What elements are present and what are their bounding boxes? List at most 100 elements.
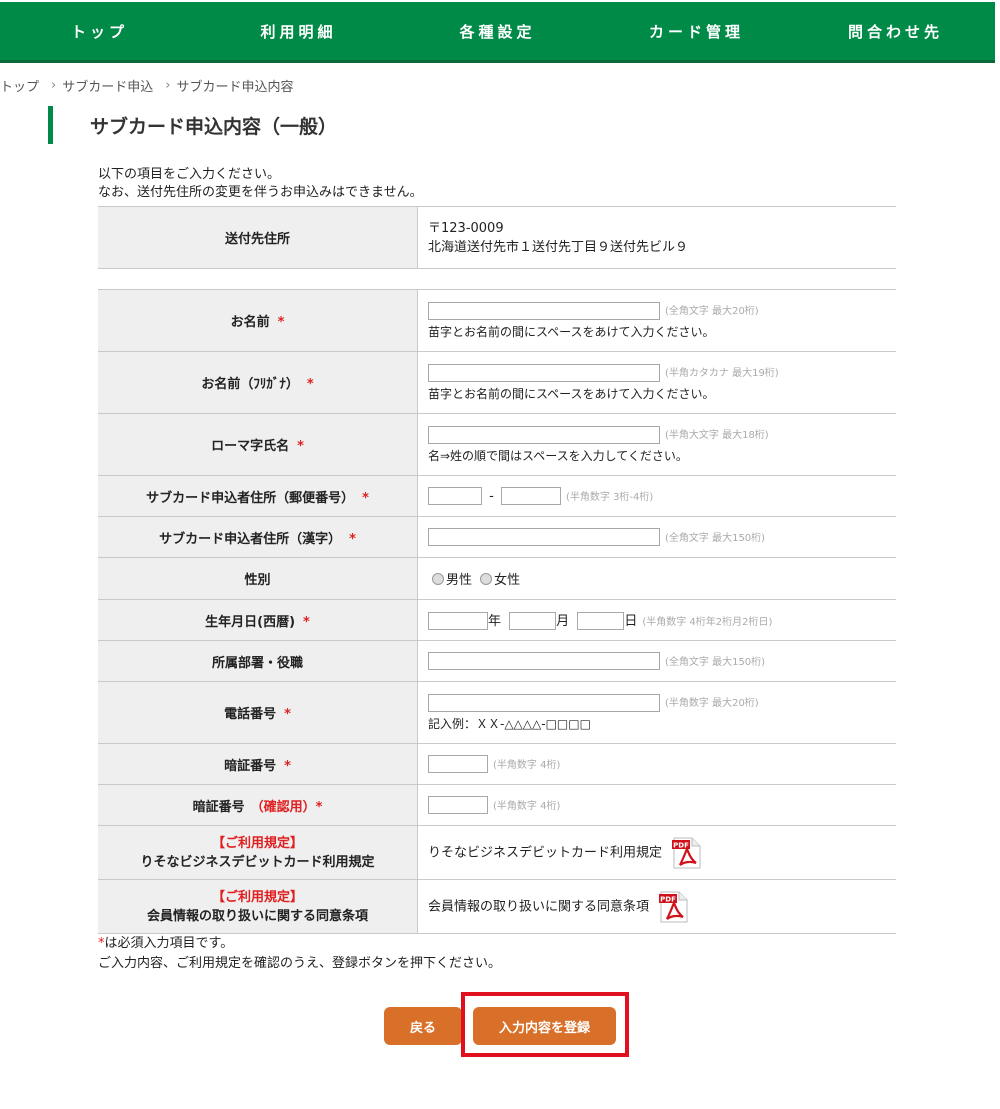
postal-dash: - — [489, 488, 494, 504]
breadcrumb-current: サブカード申込内容 — [176, 80, 294, 95]
name-input[interactable] — [428, 301, 660, 320]
name-label-cell: お名前 * — [98, 289, 418, 352]
name-kana-value-cell: (半角カタカナ 最大19桁) 苗字とお名前の間にスペースをあけて入力ください。 — [417, 351, 896, 414]
address-kanji-label: サブカード申込者住所（漢字） — [159, 531, 342, 547]
page-title-block: サブカード申込内容（一般） — [48, 106, 337, 144]
pin-note: (半角数字 4桁) — [493, 759, 561, 771]
postal-label: サブカード申込者住所（郵便番号） — [146, 490, 355, 506]
name-roman-input[interactable] — [428, 425, 660, 444]
terms2-value-cell: 会員情報の取り扱いに関する同意条項 PDF — [417, 879, 896, 934]
delivery-address: 北海道送付先市１送付先丁目９送付先ビル９ — [428, 239, 689, 255]
gender-label-cell: 性別 — [98, 557, 418, 600]
footnote: *は必須入力項目です。 ご入力内容、ご利用規定を確認のうえ、登録ボタンを押下くだ… — [98, 934, 501, 974]
gender-male-radio[interactable] — [432, 573, 444, 585]
highlight-annotation — [461, 992, 629, 1057]
form-row-gender: 性別 男性 女性 — [98, 557, 896, 600]
gender-female-radio[interactable] — [480, 573, 493, 585]
delivery-address-label: 送付先住所 — [98, 206, 418, 269]
nav-contact[interactable]: 問合わせ先 — [796, 21, 995, 42]
phone-input[interactable] — [428, 693, 660, 712]
birthdate-note: (半角数字 4桁年2桁月2桁日) — [642, 616, 773, 628]
name-kana-label: お名前（ﾌﾘｶﾞﾅ） — [201, 377, 299, 392]
delivery-postal: 〒123-0009 — [428, 220, 504, 236]
phone-note: (半角数字 最大20桁) — [665, 698, 759, 709]
required-mark: * — [349, 531, 356, 547]
phone-label: 電話番号 — [224, 707, 277, 722]
breadcrumb-separator: › — [165, 78, 171, 93]
breadcrumb: トップ › サブカード申込 › サブカード申込内容 — [0, 76, 293, 95]
nav-top[interactable]: トップ — [0, 21, 199, 42]
nav-statements[interactable]: 利用明細 — [199, 21, 398, 42]
confirm-footnote: ご入力内容、ご利用規定を確認のうえ、登録ボタンを押下ください。 — [98, 956, 502, 971]
required-footnote: *は必須入力項目です。 — [98, 934, 501, 954]
terms1-label: りそなビジネスデビットカード利用規定 — [140, 854, 375, 870]
nav-card-management[interactable]: カード管理 — [597, 21, 796, 42]
department-label-cell: 所属部署・役職 — [98, 640, 418, 682]
pin-label: 暗証番号 — [224, 758, 277, 774]
terms1-value-cell: りそなビジネスデビットカード利用規定 PDF — [417, 825, 896, 880]
intro-line-1: 以下の項目をご入力ください。 — [98, 167, 281, 182]
terms1-link[interactable]: りそなビジネスデビットカード利用規定 — [428, 845, 662, 860]
postal-label-cell: サブカード申込者住所（郵便番号） * — [98, 475, 418, 517]
birth-month-unit: 月 — [556, 613, 570, 629]
terms2-link[interactable]: 会員情報の取り扱いに関する同意条項 — [428, 899, 649, 914]
breadcrumb-sub-card-apply[interactable]: サブカード申込 — [62, 76, 153, 95]
delivery-address-row: 送付先住所 〒123-0009 北海道送付先市１送付先丁目９送付先ビル９ — [98, 206, 896, 269]
nav-settings[interactable]: 各種設定 — [398, 21, 597, 42]
terms2-label-red: 【ご利用規定】 — [211, 889, 303, 905]
phone-label-cell: 電話番号 * — [98, 681, 418, 744]
form-row-name: お名前 * (全角文字 最大20桁) 苗字とお名前の間にスペースをあけて入力くださ… — [98, 289, 896, 352]
address-kanji-label-cell: サブカード申込者住所（漢字） * — [98, 516, 418, 558]
name-kana-note: (半角カタカナ 最大19桁) — [665, 368, 779, 379]
gender-male-label[interactable]: 男性 — [446, 573, 472, 588]
address-kanji-note: (全角文字 最大150桁) — [665, 532, 766, 544]
birth-year-input[interactable] — [428, 612, 488, 631]
required-mark: * — [284, 758, 291, 774]
form-row-name-kana: お名前（ﾌﾘｶﾞﾅ） * (半角カタカナ 最大19桁) 苗字とお名前の間にスペース… — [98, 351, 896, 414]
page-title: サブカード申込内容（一般） — [90, 115, 338, 138]
pin-label-cell: 暗証番号 * — [98, 743, 418, 785]
postal-code-first-input[interactable] — [428, 487, 482, 505]
form-row-terms-1: 【ご利用規定】 りそなビジネスデビットカード利用規定 りそなビジネスデビットカー… — [98, 825, 896, 880]
pin-confirm-input[interactable] — [428, 796, 488, 814]
form-row-pin: 暗証番号 * (半角数字 4桁) — [98, 743, 896, 785]
form-row-phone: 電話番号 * (半角数字 最大20桁) 記入例：ＸＸ-△△△△-□□□□ — [98, 681, 896, 744]
department-input[interactable] — [428, 652, 660, 670]
required-mark: * — [315, 799, 323, 815]
breadcrumb-top[interactable]: トップ — [0, 76, 39, 95]
gender-female-label[interactable]: 女性 — [494, 573, 520, 588]
birth-day-input[interactable] — [577, 612, 625, 631]
required-mark: * — [277, 315, 285, 330]
pin-confirm-label-red: （確認用） — [250, 799, 316, 815]
pin-input[interactable] — [428, 755, 488, 773]
name-roman-label: ローマ字氏名 — [211, 439, 290, 454]
global-nav: トップ 利用明細 各種設定 カード管理 問合わせ先 — [0, 2, 995, 63]
address-kanji-input[interactable] — [428, 528, 660, 546]
pin-confirm-value-cell: (半角数字 4桁) — [417, 784, 896, 826]
birth-month-input[interactable] — [509, 612, 557, 631]
birthdate-label: 生年月日(西暦) — [205, 614, 296, 630]
name-kana-hint: 苗字とお名前の間にスペースをあけて入力ください。 — [428, 386, 715, 401]
name-kana-input[interactable] — [428, 363, 660, 382]
birthdate-label-cell: 生年月日(西暦) * — [98, 599, 418, 641]
pin-confirm-label: 暗証番号 — [192, 799, 245, 815]
pin-value-cell: (半角数字 4桁) — [417, 743, 896, 785]
intro-text: 以下の項目をご入力ください。 なお、送付先住所の変更を伴うお申込みはできません。 — [98, 166, 423, 202]
department-note: (全角文字 最大150桁) — [665, 656, 766, 668]
pdf-icon[interactable]: PDF — [659, 891, 689, 923]
required-footnote-text: は必須入力項目です。 — [104, 936, 234, 951]
form-row-department: 所属部署・役職 (全角文字 最大150桁) — [98, 640, 896, 682]
gender-value-cell: 男性 女性 — [417, 557, 896, 600]
required-mark: * — [284, 707, 291, 722]
postal-code-second-input[interactable] — [500, 487, 561, 505]
address-kanji-value-cell: (全角文字 最大150桁) — [417, 516, 896, 558]
pdf-icon[interactable]: PDF — [672, 837, 702, 869]
required-mark: * — [306, 377, 314, 392]
required-mark: * — [303, 614, 310, 630]
form-row-name-roman: ローマ字氏名 * (半角大文字 最大18桁) 名⇒姓の順で間はスペースを入力してく… — [98, 413, 896, 476]
required-mark: * — [362, 490, 369, 506]
name-hint: 苗字とお名前の間にスペースをあけて入力ください。 — [428, 324, 715, 339]
name-roman-hint: 名⇒姓の順で間はスペースを入力してください。 — [428, 448, 688, 463]
application-form-table: お名前 * (全角文字 最大20桁) 苗字とお名前の間にスペースをあけて入力くださ… — [98, 289, 896, 934]
back-button[interactable]: 戻る — [384, 1007, 462, 1045]
